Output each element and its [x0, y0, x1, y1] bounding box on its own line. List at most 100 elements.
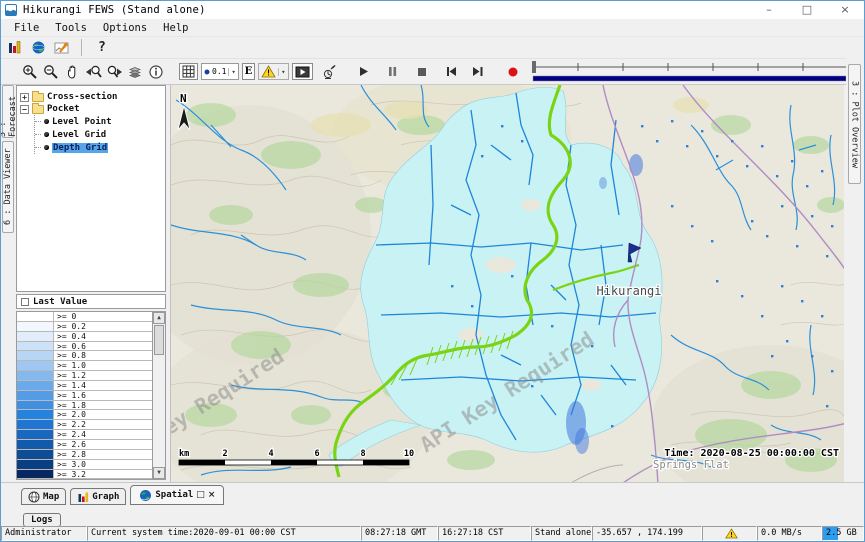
timeline-thumb[interactable] — [532, 61, 536, 73]
tab-graph[interactable]: Graph — [70, 488, 126, 505]
scroll-up-icon[interactable]: ▲ — [153, 312, 165, 324]
status-warning[interactable]: ! — [702, 526, 757, 541]
legend-row: >= 3.0 — [17, 460, 152, 470]
bar-chart-icon — [77, 491, 89, 503]
svg-text:8: 8 — [360, 449, 365, 459]
animation-player-button[interactable] — [292, 63, 313, 80]
status-mode: Stand alone — [531, 526, 592, 541]
legend-color-swatch — [17, 342, 54, 351]
globe-icon[interactable] — [29, 38, 47, 58]
pause-button[interactable] — [384, 62, 402, 82]
titlebar: Hikurangi FEWS (Stand alone) – □ × — [1, 1, 864, 19]
map-time-label: Time: 2020-08-25 00:00:00 CST — [664, 447, 839, 459]
legend-color-swatch — [17, 361, 54, 370]
legend-row-label: >= 2.8 — [54, 450, 152, 459]
legend-table: >= 0 >= 0.2 >= 0.4 — [16, 311, 166, 480]
legend-row-label: >= 0 — [54, 312, 152, 321]
tree-label: Cross-section — [47, 92, 117, 102]
tree-item-cross-section[interactable]: + Cross-section — [19, 91, 163, 103]
legend-row-label: >= 0.4 — [54, 332, 152, 341]
right-dock-strip: 3 : Plot Overview — [846, 58, 864, 482]
play-button[interactable] — [355, 62, 373, 82]
folder-icon — [32, 93, 44, 102]
svg-text:4: 4 — [268, 449, 273, 459]
tab-data-viewer[interactable]: 6 : Data Viewer — [2, 141, 14, 233]
explorer-icon[interactable] — [5, 38, 23, 58]
zoom-next-icon[interactable] — [105, 62, 123, 82]
chevron-down-icon: ▾ — [228, 68, 235, 76]
last-value-checkbox[interactable] — [21, 298, 29, 306]
map-view: API Key Required API Key Required Hikura… — [170, 85, 844, 482]
help-button[interactable]: ? — [92, 40, 112, 55]
tab-spatial[interactable]: Spatial □ × — [130, 485, 224, 505]
svg-text:N: N — [180, 92, 187, 105]
legend-row-label: >= 3.2 — [54, 470, 152, 479]
legend-row-label: >= 1.4 — [54, 381, 152, 390]
menu-options[interactable]: Options — [96, 21, 154, 35]
zoom-in-icon[interactable] — [21, 62, 39, 82]
close-button[interactable]: × — [826, 1, 864, 19]
pan-hand-icon[interactable] — [63, 62, 81, 82]
tree-item-level-grid[interactable]: Level Grid — [35, 128, 163, 141]
legend-color-swatch — [17, 440, 54, 449]
maximize-button[interactable]: □ — [788, 1, 826, 19]
zoom-previous-icon[interactable] — [84, 62, 102, 82]
expand-icon[interactable]: + — [20, 93, 29, 102]
svg-text:10: 10 — [404, 449, 414, 459]
layer-panel: + Cross-section − Pocket Level Point Lev… — [15, 85, 168, 482]
info-icon[interactable] — [147, 62, 165, 82]
logs-button[interactable]: Logs — [23, 513, 61, 527]
tab-maximize-icon[interactable]: □ — [196, 490, 205, 500]
tree-item-pocket[interactable]: − Pocket — [19, 103, 163, 115]
step-last-button[interactable] — [469, 62, 487, 82]
legend-color-swatch — [17, 332, 54, 341]
zoom-out-icon[interactable] — [42, 62, 60, 82]
tab-forecast[interactable]: 5 : Forecast — [2, 85, 14, 138]
menu-help[interactable]: Help — [156, 21, 195, 35]
menu-file[interactable]: File — [7, 21, 46, 35]
tree-label: Level Grid — [52, 130, 106, 140]
legend-row: >= 2.6 — [17, 440, 152, 450]
grid-display-icon[interactable] — [179, 63, 198, 80]
tab-close-icon[interactable]: × — [208, 490, 216, 500]
legend-row: >= 1.8 — [17, 401, 152, 411]
contour-interval-dropdown[interactable]: 0.1 ▾ — [201, 63, 239, 80]
legend-panel: Last Value >= 0 >= 0.2 — [16, 294, 166, 480]
window-title: Hikurangi FEWS (Stand alone) — [23, 4, 206, 16]
bullet-icon — [44, 145, 49, 150]
legend-scrollbar[interactable]: ▲ ▼ — [152, 312, 165, 479]
legend-color-swatch — [17, 401, 54, 410]
legend-row-label: >= 1.8 — [54, 401, 152, 410]
tab-map[interactable]: Map — [21, 488, 66, 505]
map-canvas[interactable]: API Key Required API Key Required Hikura… — [171, 85, 844, 482]
tree-item-level-point[interactable]: Level Point — [35, 115, 163, 128]
minimize-button[interactable]: – — [750, 1, 788, 19]
step-first-button[interactable] — [442, 62, 460, 82]
profile-chart-icon[interactable] — [53, 38, 71, 58]
bullet-icon — [44, 132, 49, 137]
statusbar: Administrator Current system time:2020-0… — [1, 526, 864, 541]
legend-toggle-button[interactable]: E — [242, 63, 256, 80]
legend-row-label: >= 0.2 — [54, 322, 152, 331]
scroll-thumb[interactable] — [154, 325, 164, 355]
record-button[interactable] — [504, 62, 522, 82]
timeline-ruler[interactable] — [531, 61, 849, 83]
legend-row: >= 0.6 — [17, 342, 152, 352]
toolbar-separator — [81, 39, 82, 56]
stop-button[interactable] — [413, 62, 431, 82]
legend-rows: >= 0 >= 0.2 >= 0.4 — [17, 312, 152, 479]
warning-threshold-dropdown[interactable]: ! ▾ — [258, 63, 288, 80]
timeline-slider[interactable] — [531, 61, 849, 83]
bottom-tab-bar: Map Graph Spatial □ × — [1, 482, 864, 526]
legend-row: >= 1.0 — [17, 361, 152, 371]
collapse-icon[interactable]: − — [20, 105, 29, 114]
menu-tools[interactable]: Tools — [48, 21, 94, 35]
tab-plot-overview[interactable]: 3 : Plot Overview — [848, 64, 861, 184]
station-tool-icon[interactable] — [320, 62, 338, 82]
tree-item-depth-grid[interactable]: Depth Grid — [35, 141, 163, 154]
scroll-down-icon[interactable]: ▼ — [153, 467, 165, 479]
legend-color-swatch — [17, 391, 54, 400]
bullet-icon — [44, 119, 49, 124]
chevron-down-icon: ▾ — [278, 68, 285, 76]
layers-icon[interactable] — [126, 62, 144, 82]
